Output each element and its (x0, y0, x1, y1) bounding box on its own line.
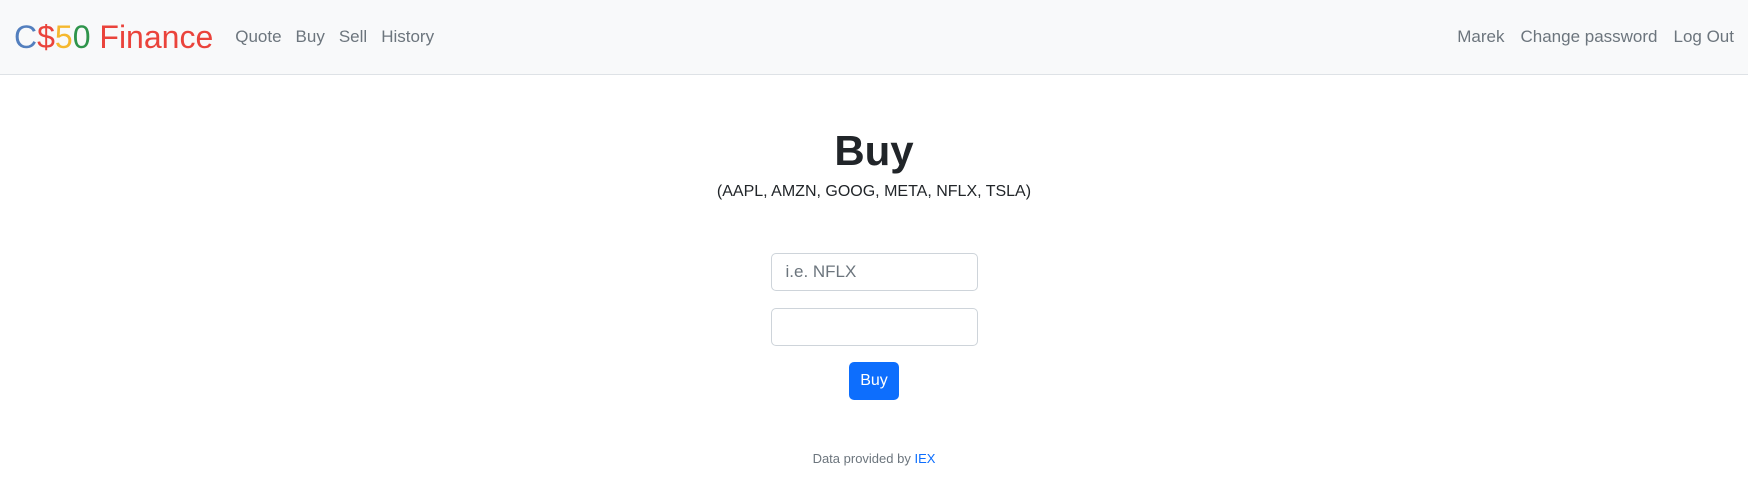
nav-sell[interactable]: Sell (339, 27, 367, 47)
nav-logout[interactable]: Log Out (1674, 27, 1735, 47)
nav-change-password[interactable]: Change password (1520, 27, 1657, 47)
shares-input[interactable] (770, 308, 978, 346)
buy-form: Buy (AAPL, AMZN, GOOG, META, NFLX, TSLA)… (0, 127, 1748, 400)
buy-button[interactable]: Buy (849, 362, 899, 400)
nav-left: Quote Buy Sell History (235, 27, 448, 47)
iex-link[interactable]: IEX (914, 451, 935, 466)
footer: Data provided by IEX (0, 451, 1748, 466)
footer-text: Data provided by (812, 451, 915, 466)
nav-user[interactable]: Marek (1457, 27, 1504, 47)
brand-dollar: $ (37, 18, 55, 55)
brand-zero: 0 (72, 18, 91, 55)
brand-five: 5 (54, 18, 73, 55)
brand-c: C (14, 18, 38, 55)
nav-right: Marek Change password Log Out (1441, 27, 1734, 47)
brand-finance: Finance (90, 18, 214, 55)
nav-buy[interactable]: Buy (296, 27, 325, 47)
navbar: C$50 Finance Quote Buy Sell History Mare… (0, 0, 1748, 75)
page-title: Buy (834, 127, 914, 174)
available-symbols: (AAPL, AMZN, GOOG, META, NFLX, TSLA) (716, 183, 1032, 200)
brand-logo[interactable]: C$50 Finance (14, 19, 213, 56)
symbol-input[interactable] (770, 253, 978, 291)
nav-history[interactable]: History (381, 27, 434, 47)
nav-quote[interactable]: Quote (235, 27, 281, 47)
